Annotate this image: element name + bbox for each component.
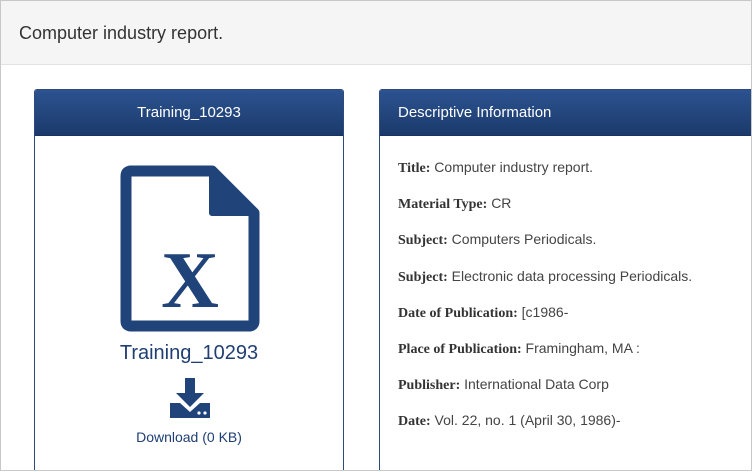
info-panel-heading: Descriptive Information	[380, 90, 751, 136]
info-value: Framingham, MA :	[525, 339, 640, 356]
info-label: Date of Publication:	[398, 305, 518, 321]
info-row-subject: Subject: Computers Periodicals.	[398, 231, 751, 267]
info-row-material-type: Material Type: CR	[398, 195, 751, 231]
file-panel-heading: Training_10293	[35, 90, 343, 136]
info-value: Computer industry report.	[434, 159, 594, 175]
page: Computer industry report. Training_10293…	[0, 0, 752, 471]
info-row-subject: Subject: Electronic data processing Peri…	[398, 267, 751, 304]
info-row-publisher: Publisher: International Data Corp	[398, 376, 751, 412]
info-label: Place of Publication:	[398, 341, 522, 357]
info-list: Title: Computer industry report. Materia…	[398, 159, 751, 449]
page-title: Computer industry report.	[19, 23, 224, 43]
info-value: [c1986-	[521, 303, 569, 320]
info-row-place-of-publication: Place of Publication: Framingham, MA :	[398, 339, 751, 376]
info-label: Date:	[398, 414, 431, 430]
info-label: Publisher:	[398, 378, 461, 394]
file-panel: Training_10293 X Training_10293 Download…	[34, 89, 344, 470]
page-header: Computer industry report.	[1, 1, 751, 65]
svg-text:X: X	[161, 237, 219, 325]
info-value: Computers Periodicals.	[451, 231, 597, 248]
info-row-title: Title: Computer industry report.	[398, 159, 751, 195]
info-label: Subject:	[398, 269, 448, 285]
file-excel-icon: X	[120, 165, 260, 332]
download-link[interactable]: Download (0 KB)	[35, 429, 343, 445]
info-row-date: Date: Vol. 22, no. 1 (April 30, 1986)-	[398, 412, 751, 448]
file-name: Training_10293	[119, 342, 259, 364]
info-label: Subject:	[398, 233, 448, 249]
info-value: CR	[491, 195, 512, 212]
info-value: Vol. 22, no. 1 (April 30, 1986)-	[434, 412, 621, 429]
info-label: Title:	[398, 161, 431, 176]
info-panel: Descriptive Information Title: Computer …	[379, 89, 751, 470]
info-row-date-of-publication: Date of Publication: [c1986-	[398, 303, 751, 340]
info-value: Electronic data processing Periodicals.	[451, 267, 693, 284]
info-value: International Data Corp	[464, 376, 609, 393]
download-icon[interactable]	[168, 376, 212, 420]
info-label: Material Type:	[398, 197, 488, 213]
